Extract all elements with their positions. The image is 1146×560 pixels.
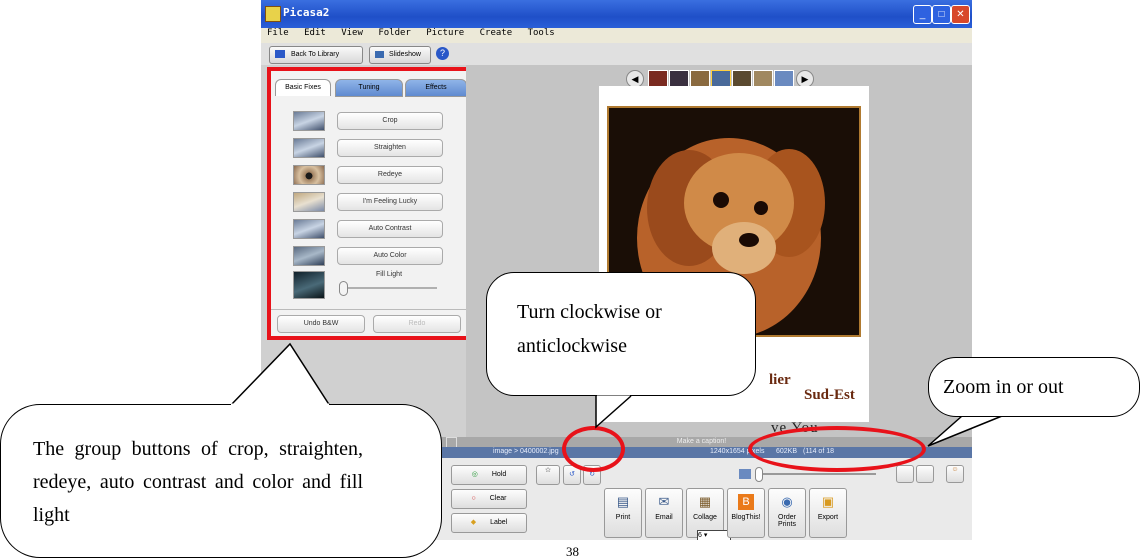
tail-joins [231,392,1001,416]
page-number: 38 [566,544,579,559]
